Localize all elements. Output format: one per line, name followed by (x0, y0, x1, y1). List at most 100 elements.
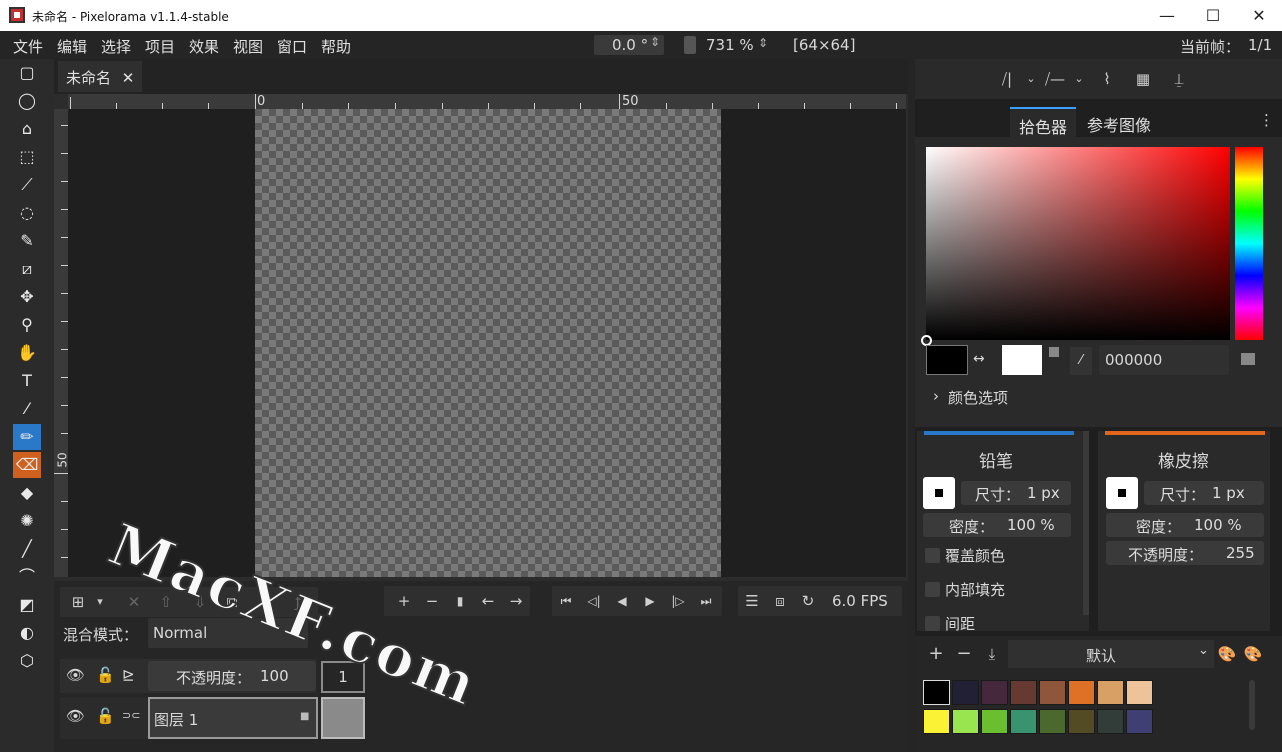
menu-project[interactable]: 项目 (145, 36, 175, 57)
close-tab-icon[interactable]: ✕ (122, 69, 135, 87)
play-backwards-icon[interactable]: ◀ (610, 589, 634, 613)
hex-input[interactable]: 000000 (1099, 345, 1229, 375)
rectangle-shape-icon[interactable]: ◩ (13, 592, 41, 618)
bucket-icon[interactable]: ◆ (13, 480, 41, 506)
file-tab[interactable]: 未命名 ✕ (58, 61, 143, 92)
menu-select[interactable]: 选择 (101, 36, 131, 57)
layer-visibility-icon[interactable]: 👁 (66, 707, 85, 725)
more-options-icon[interactable]: ⋮ (1259, 111, 1274, 129)
menu-help[interactable]: 帮助 (321, 36, 351, 57)
alpha-lock-icon[interactable]: ▦ (1131, 67, 1155, 91)
layer-link-icon[interactable]: ⊃⊂ (122, 709, 140, 722)
palette-swatch[interactable] (952, 680, 979, 705)
remove-palette-icon[interactable]: − (952, 642, 976, 666)
palette-swatch[interactable] (1097, 709, 1124, 734)
secondary-color-swatch[interactable] (1002, 345, 1042, 375)
move-icon[interactable]: ✥ (13, 284, 41, 310)
palette-swatch[interactable] (1097, 680, 1124, 705)
zoom-icon[interactable]: ⚲ (13, 312, 41, 338)
maximize-button[interactable]: ☐ (1190, 0, 1236, 31)
left-ruler[interactable]: 50 (54, 109, 70, 577)
palette-swatch[interactable] (981, 709, 1008, 734)
loop-icon[interactable]: ↻ (796, 589, 820, 613)
pan-hand-icon[interactable]: ✋ (13, 340, 41, 366)
play-icon[interactable]: ▶ (638, 589, 662, 613)
palette-swatch[interactable] (1039, 680, 1066, 705)
pencil-icon[interactable]: ✏ (13, 424, 41, 450)
shading-icon[interactable]: ✺ (13, 508, 41, 534)
palette-swatch[interactable] (1126, 680, 1153, 705)
zoom-arrows-icon[interactable]: ⇕ (758, 36, 768, 50)
lock-icon[interactable]: 🔓 (96, 666, 115, 684)
clone-frame-icon[interactable]: ▮ (448, 589, 472, 613)
color-options-chevron-icon[interactable]: › (933, 387, 939, 405)
palette-down-icon[interactable]: ⤓ (980, 642, 1004, 666)
horizontal-mirror-icon[interactable]: ⧸| (995, 67, 1019, 91)
brush-preview-right[interactable] (1106, 477, 1138, 509)
remove-frame-icon[interactable]: − (420, 589, 444, 613)
magic-wand-icon[interactable]: ⟋ (13, 172, 41, 198)
canvas-viewport[interactable] (68, 109, 906, 577)
overwrite-color-checkbox[interactable] (925, 548, 940, 563)
ellipse-select-icon[interactable]: ◯ (13, 88, 41, 114)
tab-color-picker[interactable]: 拾色器 (1010, 107, 1077, 137)
menu-window[interactable]: 窗口 (277, 36, 307, 57)
remove-layer-icon[interactable]: ✕ (122, 590, 146, 614)
color-mode-icon[interactable] (1241, 353, 1255, 365)
primary-color-swatch[interactable] (926, 345, 968, 375)
palette-swatch[interactable] (1039, 709, 1066, 734)
swap-colors-icon[interactable]: ↔ (973, 351, 985, 367)
ellipse-shape-icon[interactable]: ◐ (13, 620, 41, 646)
transparent-canvas[interactable] (255, 109, 721, 577)
menu-file[interactable]: 文件 (13, 36, 43, 57)
palette-select[interactable]: 默认 ⌄ (1008, 640, 1214, 668)
vertical-mirror-icon[interactable]: ⧸— (1043, 67, 1067, 91)
layer-lock-icon[interactable]: 🔓 (96, 707, 115, 725)
next-frame-icon[interactable]: |▷ (666, 589, 690, 613)
3d-shape-icon[interactable]: ⬡ (13, 648, 41, 674)
palette-swatch[interactable] (952, 709, 979, 734)
clipping-icon[interactable]: ⊵ (122, 666, 135, 684)
menu-effects[interactable]: 效果 (189, 36, 219, 57)
rect-select-icon[interactable]: ▢ (13, 60, 41, 86)
last-frame-icon[interactable]: ⏭ (694, 589, 718, 613)
right-density-spinbox[interactable]: 密度： 100 % (1106, 513, 1264, 537)
layer-name-button[interactable]: 图层 1 ■ (148, 697, 318, 739)
tab-reference-image[interactable]: 参考图像 (1078, 107, 1160, 137)
reset-colors-icon[interactable] (1049, 347, 1059, 357)
menu-edit[interactable]: 编辑 (57, 36, 87, 57)
first-frame-icon[interactable]: ⏮ (554, 589, 578, 613)
onion-skin-icon[interactable]: ⧈ (768, 589, 792, 613)
close-window-button[interactable]: ✕ (1236, 0, 1282, 31)
palette-swatch[interactable] (1068, 709, 1095, 734)
add-palette-icon[interactable]: + (924, 642, 948, 666)
palette-swatch[interactable] (923, 680, 950, 705)
left-size-spinbox[interactable]: 尺寸： 1 px (961, 481, 1071, 505)
eraser-icon[interactable]: ⌫ (13, 452, 41, 478)
curve-icon[interactable]: ⌒ (13, 564, 41, 590)
palette-scrollbar[interactable] (1249, 680, 1255, 730)
play-backwards-step-icon[interactable]: ◁| (582, 589, 606, 613)
crop-icon[interactable]: ⧄ (13, 256, 41, 282)
spin-arrows-icon[interactable]: ⇕ (650, 35, 660, 49)
line-icon[interactable]: ╱ (13, 536, 41, 562)
palette-create-icon[interactable]: 🎨 (1241, 642, 1265, 666)
saturation-value-box[interactable] (926, 147, 1230, 340)
palette-swatch[interactable] (1010, 709, 1037, 734)
palette-swatch[interactable] (1126, 709, 1153, 734)
text-icon[interactable]: T (13, 368, 41, 394)
zoom-slider-icon[interactable] (684, 36, 696, 54)
color-options-label[interactable]: 颜色选项 (948, 387, 1008, 408)
paint-select-icon[interactable]: ✎ (13, 228, 41, 254)
mirror-v-dropdown-icon[interactable]: ⌄ (1067, 67, 1091, 91)
right-opacity-spinbox[interactable]: 不透明度： 255 (1106, 541, 1264, 565)
move-frame-right-icon[interactable]: → (504, 589, 528, 613)
minimize-button[interactable]: — (1144, 0, 1190, 31)
move-frame-left-icon[interactable]: ← (476, 589, 500, 613)
left-options-scrollbar[interactable] (1083, 431, 1089, 615)
brush-preview-left[interactable] (923, 477, 955, 509)
palette-swatch[interactable] (923, 709, 950, 734)
rotation-spinbox[interactable]: 0.0 ° ⇕ (594, 35, 664, 55)
zoom-value[interactable]: 731 % (706, 36, 754, 54)
right-size-spinbox[interactable]: 尺寸： 1 px (1144, 481, 1264, 505)
